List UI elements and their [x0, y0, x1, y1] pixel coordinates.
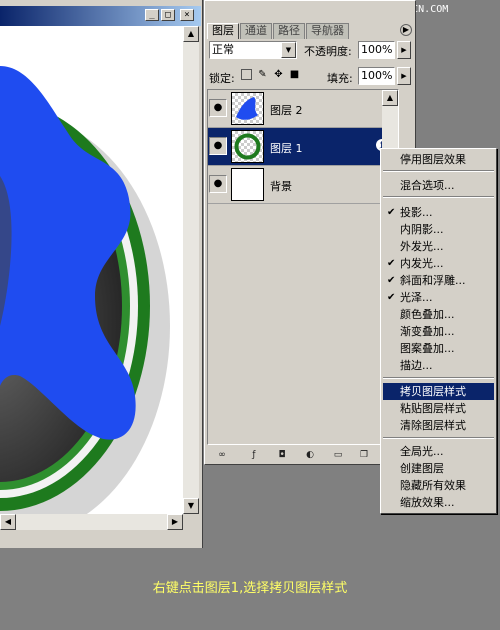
layers-list: ● 图层 2 ● 图层 1 ƒ ● 背景 ▲	[207, 89, 399, 445]
layer-row[interactable]: ● 背景	[208, 166, 398, 204]
menu-item-inner-glow[interactable]: ✔ 内发光...	[383, 255, 494, 272]
menu-item-inner-shadow[interactable]: 内阴影...	[383, 221, 494, 238]
panel-tabs: 图层 通道 路径 导航器	[207, 23, 350, 39]
checkmark-icon: ✔	[387, 258, 396, 269]
new-layer-icon[interactable]: ❐	[357, 449, 371, 461]
menu-divider	[383, 437, 494, 439]
maximize-button[interactable]: □	[161, 9, 175, 21]
new-group-folder-icon[interactable]: ▭	[331, 449, 345, 461]
lock-label: 锁定:	[209, 72, 235, 85]
lock-image-brush-icon[interactable]: ✎	[257, 69, 268, 80]
scroll-down-button[interactable]: ▼	[183, 498, 199, 514]
link-layers-icon[interactable]: ∞	[215, 449, 229, 461]
menu-divider	[383, 377, 494, 379]
menu-item-global-light[interactable]: 全局光...	[383, 443, 494, 460]
menu-divider	[383, 170, 494, 172]
menu-item-bevel-emboss[interactable]: ✔ 斜面和浮雕...	[383, 272, 494, 289]
scroll-up-button[interactable]: ▲	[183, 26, 199, 42]
menu-item-stroke[interactable]: 描边...	[383, 357, 494, 374]
close-button[interactable]: ×	[180, 9, 194, 21]
layer-row[interactable]: ● 图层 2	[208, 90, 398, 128]
menu-item-pattern-overlay[interactable]: 图案叠加...	[383, 340, 494, 357]
menu-item-scale-effects[interactable]: 缩放效果...	[383, 494, 494, 511]
lock-all-padlock-icon[interactable]: ■	[289, 69, 300, 80]
blend-mode-select[interactable]: 正常 ▼	[209, 41, 297, 59]
panel-menu-button[interactable]: ▶	[400, 24, 412, 36]
lock-position-move-icon[interactable]: ✥	[273, 69, 284, 80]
opacity-label: 不透明度:	[304, 45, 352, 58]
layer-name: 图层 1	[270, 142, 303, 155]
tab-channels[interactable]: 通道	[240, 23, 272, 39]
eye-icon[interactable]: ●	[209, 137, 227, 155]
layer-row-selected[interactable]: ● 图层 1 ƒ	[208, 128, 398, 166]
blend-mode-value: 正常	[212, 43, 234, 56]
add-layer-style-icon[interactable]: ƒ	[247, 449, 261, 461]
menu-item-drop-shadow[interactable]: ✔ 投影...	[383, 204, 494, 221]
lock-transparency-icon[interactable]	[241, 69, 252, 80]
menu-item-hide-all-effects[interactable]: 隐藏所有效果	[383, 477, 494, 494]
scroll-up-button[interactable]: ▲	[382, 90, 398, 106]
tab-layers[interactable]: 图层	[207, 23, 239, 39]
scroll-right-button[interactable]: ▶	[167, 514, 183, 530]
opacity-input[interactable]: 100%	[358, 41, 395, 59]
canvas-horizontal-scrollbar[interactable]: ◀ ▶	[0, 514, 183, 530]
menu-item-copy-layer-style[interactable]: 拷贝图层样式	[383, 383, 494, 400]
opacity-slider-button[interactable]: ▶	[397, 41, 411, 59]
checkmark-icon: ✔	[387, 275, 396, 286]
menu-item-create-layer[interactable]: 创建图层	[383, 460, 494, 477]
tab-paths[interactable]: 路径	[273, 23, 305, 39]
checkmark-icon: ✔	[387, 207, 396, 218]
menu-item-clear-layer-style[interactable]: 清除图层样式	[383, 417, 494, 434]
fill-slider-button[interactable]: ▶	[397, 67, 411, 85]
adjustment-layer-icon[interactable]: ◐	[303, 449, 317, 461]
menu-item-paste-layer-style[interactable]: 粘贴图层样式	[383, 400, 494, 417]
menu-item-gradient-overlay[interactable]: 渐变叠加...	[383, 323, 494, 340]
add-mask-icon[interactable]: ◘	[275, 449, 289, 461]
scroll-left-button[interactable]: ◀	[0, 514, 16, 530]
minimize-button[interactable]: _	[145, 9, 159, 21]
fill-input[interactable]: 100%	[358, 67, 395, 85]
document-titlebar[interactable]: _ □ ×	[0, 6, 201, 26]
layer-name: 图层 2	[270, 104, 303, 117]
layer-thumbnail	[231, 130, 264, 163]
menu-item-color-overlay[interactable]: 颜色叠加...	[383, 306, 494, 323]
artwork	[0, 66, 170, 514]
layer-thumbnail	[231, 92, 264, 125]
tab-navigator[interactable]: 导航器	[306, 23, 349, 39]
layer-context-menu: 停用图层效果 混合选项... ✔ 投影... 内阴影... 外发光... ✔ 内发光…	[380, 148, 497, 514]
layer-thumbnail	[231, 168, 264, 201]
menu-item-satin[interactable]: ✔ 光泽...	[383, 289, 494, 306]
instruction-caption: 右键点击图层1,选择拷贝图层样式	[152, 581, 348, 596]
chevron-down-icon[interactable]: ▼	[281, 42, 296, 58]
checkmark-icon: ✔	[387, 292, 396, 303]
eye-icon[interactable]: ●	[209, 175, 227, 193]
menu-item-blending-options[interactable]: 混合选项...	[383, 177, 494, 194]
eye-icon[interactable]: ●	[209, 99, 227, 117]
fill-label: 填充:	[327, 72, 353, 85]
canvas-vertical-scrollbar[interactable]: ▲ ▼	[183, 26, 199, 514]
image-canvas[interactable]	[0, 26, 183, 514]
document-window: _ □ × ▲ ▼ ◀ ▶	[0, 0, 203, 548]
layer-name: 背景	[270, 180, 292, 193]
menu-divider	[383, 196, 494, 198]
menu-item-outer-glow[interactable]: 外发光...	[383, 238, 494, 255]
menu-item-disable-layer-effects[interactable]: 停用图层效果	[383, 151, 494, 168]
document-status-bar	[0, 530, 201, 546]
